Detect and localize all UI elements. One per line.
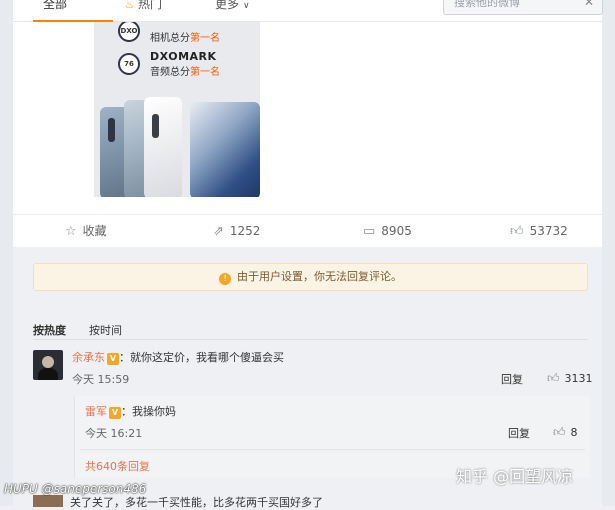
more-replies-link[interactable]: 共640条回复 — [85, 458, 150, 474]
search-input[interactable]: 搜索他的微博 ✕ — [443, 0, 603, 15]
camera-lens-icon — [152, 114, 159, 138]
comment-text: 余承东 V ：就你这定价，我看哪个傻逼会买 — [72, 351, 284, 365]
close-icon[interactable]: ✕ — [584, 0, 594, 8]
fire-icon: ♨ — [125, 0, 134, 11]
profile-tab-bar: 全部 ♨ 热门 更多 ∨ 搜索他的微博 ✕ — [13, 0, 603, 22]
like-button[interactable]: 👍︎ 53732 — [510, 215, 568, 247]
post-image[interactable]: DXO 相机总分第一名 76 DXOMARK 音频总分第一名 — [94, 22, 260, 197]
star-icon: ☆ — [65, 224, 77, 239]
rank-row-audio: 76 DXOMARK 音频总分第一名 — [118, 50, 220, 78]
favorite-button[interactable]: ☆ 收藏 — [65, 215, 107, 247]
left-gutter — [0, 0, 13, 506]
reply-button[interactable]: 回复 — [501, 371, 523, 387]
reply-text: 雷军 V ：我操你妈 — [85, 405, 176, 419]
tab-more[interactable]: 更多 ∨ — [215, 0, 250, 21]
divider — [80, 449, 585, 450]
phone-screen — [190, 102, 260, 197]
reply-like-button[interactable]: 👍︎ 8 — [553, 425, 578, 440]
thumbs-up-icon: 👍︎ — [547, 371, 560, 385]
comment-like-button[interactable]: 👍︎ 3131 — [547, 371, 593, 386]
zhihu-watermark: 知乎 @回望风凉 — [456, 467, 574, 486]
reply-username[interactable]: 雷军 — [85, 405, 107, 418]
comment-sort-bar: 按热度 按时间 — [33, 315, 588, 340]
verified-badge-icon: V — [107, 353, 119, 365]
camera-lens-icon — [108, 118, 115, 142]
hupu-watermark: HUPU @saneperson486 — [4, 482, 147, 496]
comment-text: 关了关了，多花一千买性能，比多花两千买国好多了 — [70, 496, 323, 509]
verified-badge-icon: V — [109, 407, 121, 419]
dxomark-score-badge-icon: 76 — [118, 53, 140, 75]
dxomark-badge-icon: DXO — [118, 22, 140, 42]
comment-username[interactable]: 余承东 — [72, 351, 105, 364]
sort-by-time[interactable]: 按时间 — [89, 322, 122, 338]
post-card: DXO 相机总分第一名 76 DXOMARK 音频总分第一名 — [13, 22, 602, 246]
avatar[interactable] — [33, 350, 63, 380]
phone-white — [144, 97, 182, 197]
thumbs-up-icon: 👍︎ — [553, 425, 566, 439]
right-gutter — [602, 0, 615, 506]
repost-button[interactable]: ⇗ 1252 — [213, 215, 260, 247]
tab-hot[interactable]: ♨ 热门 — [125, 0, 162, 21]
warning-icon: ! — [219, 273, 231, 285]
comment-button[interactable]: ▭ 8905 — [363, 215, 412, 247]
repost-icon: ⇗ — [213, 224, 224, 239]
comment-timestamp: 今天 15:59 — [72, 373, 130, 386]
sort-by-hot[interactable]: 按热度 — [33, 322, 66, 338]
comment-restriction-notice: ! 由于用户设置，你无法回复评论。 — [33, 263, 588, 291]
thumbs-up-icon: 👍︎ — [510, 224, 524, 239]
reply-button[interactable]: 回复 — [508, 425, 530, 441]
comment-icon: ▭ — [363, 224, 376, 239]
reply-timestamp: 今天 16:21 — [85, 427, 143, 440]
tab-all[interactable]: 全部 — [33, 0, 113, 22]
post-action-bar: ☆ 收藏 ⇗ 1252 ▭ 8905 👍︎ 53732 — [13, 214, 602, 247]
avatar[interactable] — [33, 495, 63, 507]
rank-row-camera: DXO 相机总分第一名 — [118, 22, 220, 45]
chevron-down-icon: ∨ — [243, 1, 250, 11]
